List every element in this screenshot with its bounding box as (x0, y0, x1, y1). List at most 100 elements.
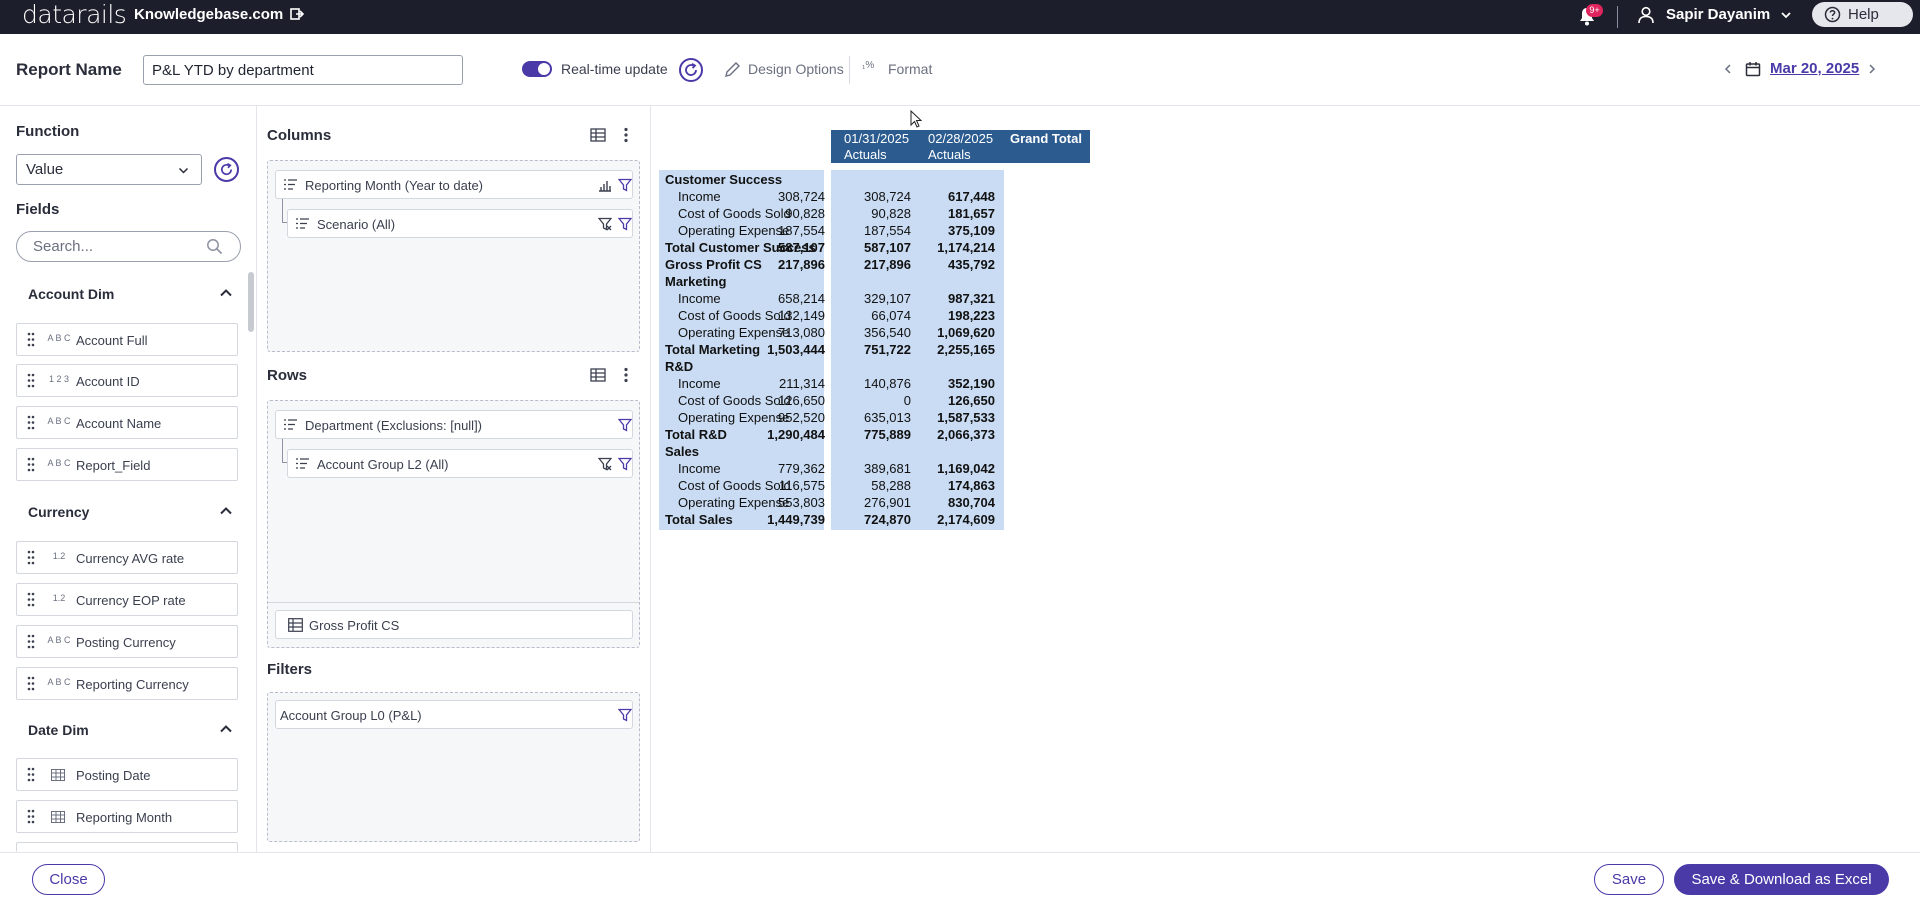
pivot-row[interactable]: Total R&D 1,290,484 775,889 2,066,373 (659, 426, 1089, 443)
pivot-row[interactable]: Income 211,314 140,876 352,190 (659, 375, 1089, 392)
group-currency[interactable]: Currency (28, 504, 89, 520)
drag-handle-icon[interactable] (27, 373, 35, 388)
pivot-row[interactable]: Marketing (659, 273, 1089, 290)
filter-chip-account-group-l0[interactable]: Account Group L0 (P&L) (275, 700, 633, 729)
field-posting-date[interactable]: Posting Date (16, 758, 238, 791)
row-label: Sales (665, 444, 699, 459)
fields-scrollbar[interactable] (248, 272, 254, 332)
chevron-up-icon[interactable] (219, 722, 233, 736)
save-button[interactable]: Save (1594, 864, 1664, 895)
filter-icon[interactable] (618, 708, 632, 722)
more-vertical-icon[interactable] (618, 127, 634, 143)
filters-drop-zone[interactable]: Account Group L0 (P&L) (267, 692, 640, 842)
pivot-row[interactable]: Operating Expense 553,803 276,901 830,704 (659, 494, 1089, 511)
pivot-row[interactable]: Total Sales 1,449,739 724,870 2,174,609 (659, 511, 1089, 528)
table-layout-icon[interactable] (590, 367, 606, 383)
function-refresh-button[interactable] (214, 157, 239, 182)
field-report-field[interactable]: A B C Report_Field (16, 448, 238, 481)
report-date[interactable]: Mar 20, 2025 (1770, 60, 1859, 77)
refresh-button[interactable] (679, 58, 703, 82)
columns-drop-zone[interactable]: Reporting Month (Year to date) Scenario … (267, 160, 640, 352)
filter-icon[interactable] (618, 178, 632, 192)
pivot-row[interactable]: Income 779,362 389,681 1,169,042 (659, 460, 1089, 477)
save-download-excel-button[interactable]: Save & Download as Excel (1674, 864, 1889, 895)
help-button[interactable]: Help (1812, 2, 1913, 27)
column-chip-reporting-month[interactable]: Reporting Month (Year to date) (275, 170, 633, 199)
drag-handle-icon[interactable] (27, 809, 35, 824)
row-chip-department[interactable]: Department (Exclusions: [null]) (275, 410, 633, 439)
drag-handle-icon[interactable] (27, 676, 35, 691)
drag-handle-icon[interactable] (27, 415, 35, 430)
chevron-up-icon[interactable] (219, 504, 233, 518)
search-icon[interactable] (206, 238, 223, 255)
calendar-icon[interactable] (1745, 61, 1761, 77)
field-currency-eop-rate[interactable]: 1.2 Currency EOP rate (16, 583, 238, 616)
filter-icon[interactable] (618, 418, 632, 432)
format-label: Format (888, 61, 933, 77)
field-partial[interactable] (16, 842, 238, 852)
more-vertical-icon[interactable] (618, 367, 634, 383)
cell-jan: 1,503,444 (767, 342, 825, 357)
group-account-dim[interactable]: Account Dim (28, 286, 114, 302)
drag-handle-icon[interactable] (27, 767, 35, 782)
drag-handle-icon[interactable] (27, 457, 35, 472)
field-reporting-currency[interactable]: A B C Reporting Currency (16, 667, 238, 700)
rows-drop-zone[interactable]: Department (Exclusions: [null]) Account … (267, 400, 640, 648)
cell-grand-total: 2,174,609 (937, 512, 995, 527)
field-reporting-month[interactable]: Reporting Month (16, 800, 238, 833)
chevron-down-icon[interactable] (1780, 9, 1792, 21)
drag-handle-icon[interactable] (27, 634, 35, 649)
pivot-header-cell[interactable]: 02/28/2025 Actuals (915, 130, 1004, 163)
chevron-left-icon[interactable] (1722, 63, 1734, 75)
realtime-toggle[interactable] (522, 61, 552, 77)
field-currency-avg-rate[interactable]: 1.2 Currency AVG rate (16, 541, 238, 574)
chevron-up-icon[interactable] (219, 286, 233, 300)
group-date-dim[interactable]: Date Dim (28, 722, 89, 738)
user-name[interactable]: Sapir Dayanim (1666, 6, 1770, 23)
pivot-row[interactable]: Cost of Goods Sold 90,828 90,828 181,657 (659, 205, 1089, 222)
logout-icon[interactable] (290, 7, 304, 21)
pivot-row[interactable]: Income 308,724 308,724 617,448 (659, 188, 1089, 205)
format-button[interactable]: ₁% Format (862, 60, 933, 77)
filter-icon[interactable] (618, 457, 632, 471)
pivot-row[interactable]: Cost of Goods Sold 132,149 66,074 198,223 (659, 307, 1089, 324)
pivot-row[interactable]: Cost of Goods Sold 116,575 58,288 174,863 (659, 477, 1089, 494)
function-select[interactable]: Value (16, 154, 202, 185)
row-label: Income (678, 189, 721, 204)
value-chip-gross-profit[interactable]: Gross Profit CS (275, 610, 633, 639)
pivot-row[interactable]: Gross Profit CS 217,896 217,896 435,792 (659, 256, 1089, 273)
pivot-row[interactable]: R&D (659, 358, 1089, 375)
row-chip-account-group[interactable]: Account Group L2 (All) (287, 449, 633, 478)
chevron-right-icon[interactable] (1866, 63, 1878, 75)
filter-clear-icon[interactable] (598, 457, 612, 471)
filter-icon[interactable] (618, 217, 632, 231)
pivot-row[interactable]: Operating Expense 952,520 635,013 1,587,533 (659, 409, 1089, 426)
column-chip-scenario[interactable]: Scenario (All) (287, 209, 633, 238)
field-account-name[interactable]: A B C Account Name (16, 406, 238, 439)
workspace-name[interactable]: Knowledgebase.com (134, 6, 283, 23)
drag-handle-icon[interactable] (27, 592, 35, 607)
pivot-row[interactable]: Operating Expense 713,080 356,540 1,069,620 (659, 324, 1089, 341)
pivot-row[interactable]: Income 658,214 329,107 987,321 (659, 290, 1089, 307)
field-account-full[interactable]: A B C Account Full (16, 323, 238, 356)
drag-handle-icon[interactable] (27, 332, 35, 347)
user-icon[interactable] (1637, 6, 1655, 24)
pivot-row[interactable]: Sales (659, 443, 1089, 460)
pivot-header-cell[interactable]: Grand Total (1004, 130, 1090, 163)
pivot-row[interactable]: Cost of Goods Sold 126,650 0 126,650 (659, 392, 1089, 409)
table-layout-icon[interactable] (590, 127, 606, 143)
pivot-header-cell[interactable]: 01/31/2025 Actuals (831, 130, 915, 163)
field-posting-currency[interactable]: A B C Posting Currency (16, 625, 238, 658)
close-button[interactable]: Close (32, 864, 105, 895)
datarails-logo[interactable]: datarails (22, 1, 127, 29)
filter-clear-icon[interactable] (598, 217, 612, 231)
report-name-input[interactable] (143, 55, 463, 85)
drag-handle-icon[interactable] (27, 550, 35, 565)
bar-chart-icon[interactable] (598, 178, 612, 192)
design-options-button[interactable]: Design Options (724, 61, 844, 77)
field-account-id[interactable]: 1 2 3 Account ID (16, 364, 238, 397)
pivot-row[interactable]: Total Customer Success 587,107 587,107 1,17… (659, 239, 1089, 256)
pivot-row[interactable]: Operating Expense 187,554 187,554 375,109 (659, 222, 1089, 239)
pivot-row[interactable]: Total Marketing 1,503,444 751,722 2,255,165 (659, 341, 1089, 358)
pivot-row[interactable]: Customer Success (659, 171, 1089, 188)
